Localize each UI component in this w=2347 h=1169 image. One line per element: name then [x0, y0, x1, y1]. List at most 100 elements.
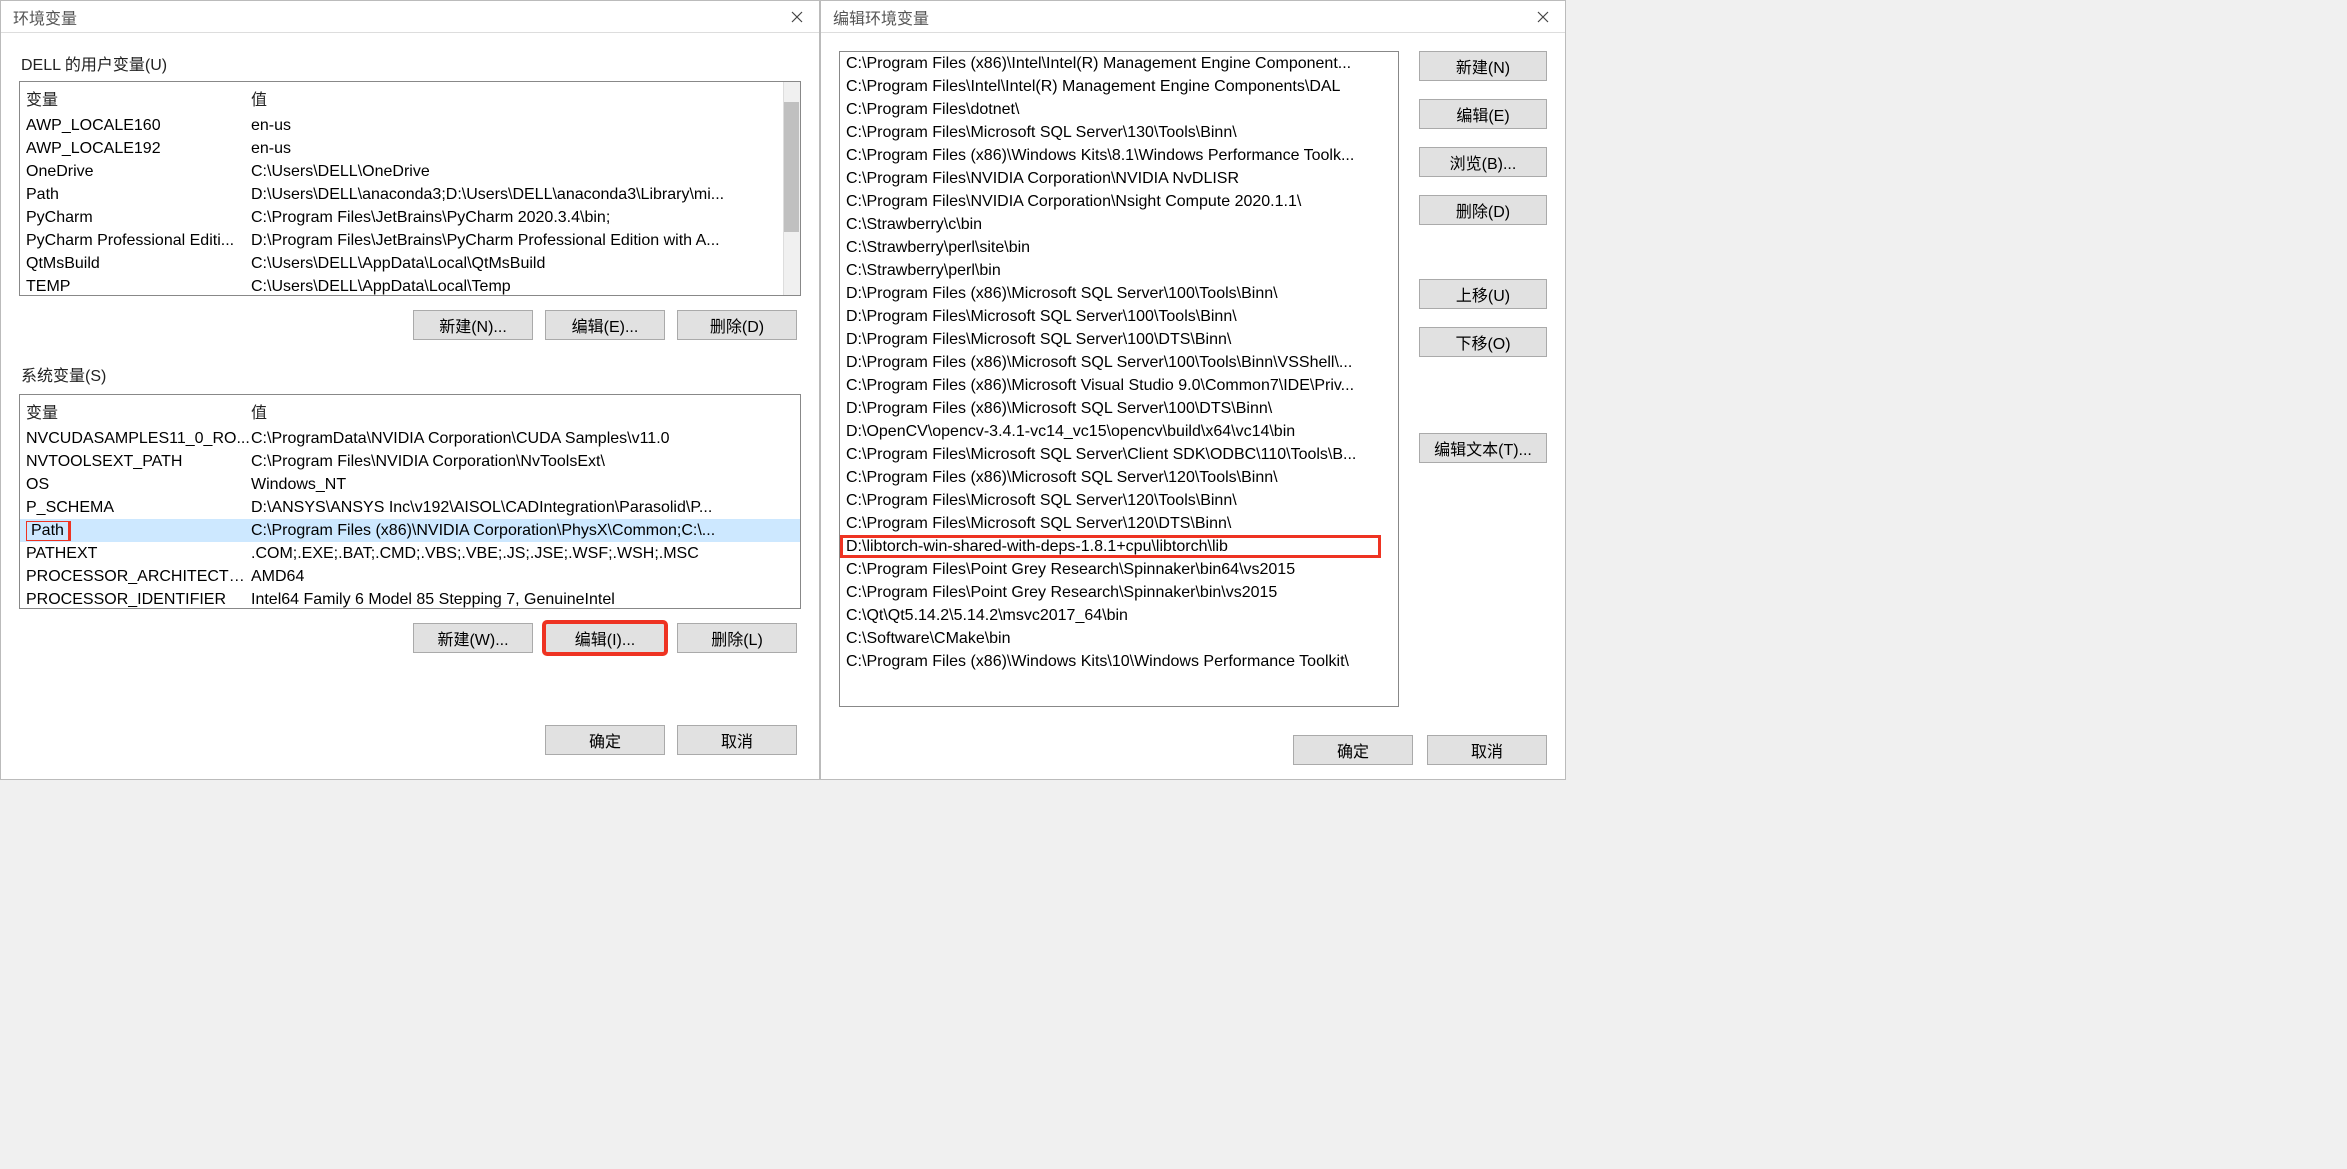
var-name: AWP_LOCALE160	[26, 117, 251, 135]
list-item[interactable]: D:\Program Files\Microsoft SQL Server\10…	[840, 305, 1381, 328]
list-item[interactable]: C:\Program Files\Point Grey Research\Spi…	[840, 581, 1381, 604]
list-item[interactable]: C:\Program Files\Microsoft SQL Server\12…	[840, 489, 1381, 512]
table-row[interactable]: PROCESSOR_IDENTIFIERIntel64 Family 6 Mod…	[20, 588, 800, 609]
close-icon[interactable]	[1527, 5, 1559, 29]
delete-button[interactable]: 删除(D)	[1419, 195, 1547, 225]
sys-new-button[interactable]: 新建(W)...	[413, 623, 533, 653]
table-row[interactable]: NVCUDASAMPLES11_0_RO...C:\ProgramData\NV…	[20, 427, 800, 450]
var-value: C:\Program Files\JetBrains\PyCharm 2020.…	[251, 209, 794, 227]
list-item[interactable]: C:\Software\CMake\bin	[840, 627, 1381, 650]
table-row[interactable]: PathC:\Program Files (x86)\NVIDIA Corpor…	[20, 519, 800, 542]
var-name: TEMP	[26, 278, 251, 296]
var-name: Path	[26, 521, 251, 541]
user-edit-button[interactable]: 编辑(E)...	[545, 310, 665, 340]
var-name: NVCUDASAMPLES11_0_RO...	[26, 430, 251, 448]
ok-button[interactable]: 确定	[1293, 735, 1413, 765]
sys-delete-button[interactable]: 删除(L)	[677, 623, 797, 653]
list-item[interactable]: C:\Program Files\NVIDIA Corporation\Nsig…	[840, 190, 1381, 213]
var-value: C:\Program Files (x86)\NVIDIA Corporatio…	[251, 522, 794, 540]
table-row[interactable]: PATHEXT.COM;.EXE;.BAT;.CMD;.VBS;.VBE;.JS…	[20, 542, 800, 565]
var-value: D:\Users\DELL\anaconda3;D:\Users\DELL\an…	[251, 186, 794, 204]
user-vars-listbox[interactable]: 变量 值 AWP_LOCALE160en-usAWP_LOCALE192en-u…	[19, 81, 801, 296]
list-item[interactable]: C:\Program Files\Point Grey Research\Spi…	[840, 558, 1381, 581]
list-item[interactable]: C:\Strawberry\perl\site\bin	[840, 236, 1381, 259]
cancel-button[interactable]: 取消	[677, 725, 797, 755]
var-value: D:\ANSYS\ANSYS Inc\v192\AISOL\CADIntegra…	[251, 499, 794, 517]
move-down-button[interactable]: 下移(O)	[1419, 327, 1547, 357]
cancel-button[interactable]: 取消	[1427, 735, 1547, 765]
var-name: Path	[26, 186, 251, 204]
table-row[interactable]: PyCharm Professional Editi...D:\Program …	[20, 229, 800, 252]
col-value: 值	[251, 399, 267, 423]
move-up-button[interactable]: 上移(U)	[1419, 279, 1547, 309]
table-row[interactable]: PathD:\Users\DELL\anaconda3;D:\Users\DEL…	[20, 183, 800, 206]
user-delete-button[interactable]: 删除(D)	[677, 310, 797, 340]
var-name: NVTOOLSEXT_PATH	[26, 453, 251, 471]
var-name: P_SCHEMA	[26, 499, 251, 517]
edit-button[interactable]: 编辑(E)	[1419, 99, 1547, 129]
window-title: 环境变量	[13, 5, 77, 29]
table-row[interactable]: OneDriveC:\Users\DELL\OneDrive	[20, 160, 800, 183]
list-item[interactable]: D:\libtorch-win-shared-with-deps-1.8.1+c…	[840, 535, 1381, 558]
var-value: .COM;.EXE;.BAT;.CMD;.VBS;.VBE;.JS;.JSE;.…	[251, 545, 794, 563]
close-icon[interactable]	[781, 5, 813, 29]
column-header: 变量 值	[20, 82, 800, 114]
list-item[interactable]: C:\Program Files (x86)\Microsoft Visual …	[840, 374, 1381, 397]
table-row[interactable]: P_SCHEMAD:\ANSYS\ANSYS Inc\v192\AISOL\CA…	[20, 496, 800, 519]
browse-button[interactable]: 浏览(B)...	[1419, 147, 1547, 177]
list-item[interactable]: C:\Program Files (x86)\Windows Kits\10\W…	[840, 650, 1381, 673]
table-row[interactable]: AWP_LOCALE160en-us	[20, 114, 800, 137]
list-item[interactable]: C:\Program Files\NVIDIA Corporation\NVID…	[840, 167, 1381, 190]
user-new-button[interactable]: 新建(N)...	[413, 310, 533, 340]
sys-vars-listbox[interactable]: 变量 值 NVCUDASAMPLES11_0_RO...C:\ProgramDa…	[19, 394, 801, 609]
var-name: OS	[26, 476, 251, 494]
var-name: OneDrive	[26, 163, 251, 181]
list-item[interactable]: C:\Program Files (x86)\Microsoft SQL Ser…	[840, 466, 1381, 489]
edit-text-button[interactable]: 编辑文本(T)...	[1419, 433, 1547, 463]
var-name: PATHEXT	[26, 545, 251, 563]
list-item[interactable]: D:\OpenCV\opencv-3.4.1-vc14_vc15\opencv\…	[840, 420, 1381, 443]
list-item[interactable]: C:\Program Files (x86)\Windows Kits\8.1\…	[840, 144, 1381, 167]
var-name: PyCharm Professional Editi...	[26, 232, 251, 250]
table-row[interactable]: NVTOOLSEXT_PATHC:\Program Files\NVIDIA C…	[20, 450, 800, 473]
table-row[interactable]: PROCESSOR_ARCHITECTU...AMD64	[20, 565, 800, 588]
col-variable: 变量	[26, 399, 251, 423]
var-value: AMD64	[251, 568, 794, 586]
list-item[interactable]: D:\Program Files (x86)\Microsoft SQL Ser…	[840, 282, 1381, 305]
list-item[interactable]: C:\Program Files (x86)\Intel\Intel(R) Ma…	[840, 52, 1381, 75]
scrollbar[interactable]	[783, 82, 800, 295]
path-values-listbox[interactable]: C:\Program Files (x86)\Intel\Intel(R) Ma…	[839, 51, 1399, 707]
column-header: 变量 值	[20, 395, 800, 427]
list-item[interactable]: C:\Strawberry\perl\bin	[840, 259, 1381, 282]
table-row[interactable]: QtMsBuildC:\Users\DELL\AppData\Local\QtM…	[20, 252, 800, 275]
var-value: C:\Program Files\NVIDIA Corporation\NvTo…	[251, 453, 794, 471]
sys-edit-button[interactable]: 编辑(I)...	[545, 623, 665, 653]
col-value: 值	[251, 86, 267, 110]
sys-vars-label: 系统变量(S)	[21, 362, 801, 386]
list-item[interactable]: C:\Program Files\dotnet\	[840, 98, 1381, 121]
var-value: C:\Users\DELL\OneDrive	[251, 163, 794, 181]
table-row[interactable]: TEMPC:\Users\DELL\AppData\Local\Temp	[20, 275, 800, 296]
ok-button[interactable]: 确定	[545, 725, 665, 755]
list-item[interactable]: C:\Program Files\Microsoft SQL Server\13…	[840, 121, 1381, 144]
var-value: en-us	[251, 140, 794, 158]
list-item[interactable]: C:\Program Files\Microsoft SQL Server\Cl…	[840, 443, 1381, 466]
table-row[interactable]: OSWindows_NT	[20, 473, 800, 496]
list-item[interactable]: C:\Program Files\Intel\Intel(R) Manageme…	[840, 75, 1381, 98]
var-name: PyCharm	[26, 209, 251, 227]
table-row[interactable]: PyCharmC:\Program Files\JetBrains\PyChar…	[20, 206, 800, 229]
var-value: C:\Users\DELL\AppData\Local\Temp	[251, 278, 794, 296]
list-item[interactable]: D:\Program Files (x86)\Microsoft SQL Ser…	[840, 351, 1381, 374]
list-item[interactable]: C:\Program Files\Microsoft SQL Server\12…	[840, 512, 1381, 535]
var-value: C:\Users\DELL\AppData\Local\QtMsBuild	[251, 255, 794, 273]
list-item[interactable]: D:\Program Files\Microsoft SQL Server\10…	[840, 328, 1381, 351]
var-name: QtMsBuild	[26, 255, 251, 273]
var-value: en-us	[251, 117, 794, 135]
titlebar: 环境变量	[1, 1, 819, 33]
new-button[interactable]: 新建(N)	[1419, 51, 1547, 81]
table-row[interactable]: AWP_LOCALE192en-us	[20, 137, 800, 160]
list-item[interactable]: C:\Strawberry\c\bin	[840, 213, 1381, 236]
list-item[interactable]: D:\Program Files (x86)\Microsoft SQL Ser…	[840, 397, 1381, 420]
col-variable: 变量	[26, 86, 251, 110]
list-item[interactable]: C:\Qt\Qt5.14.2\5.14.2\msvc2017_64\bin	[840, 604, 1381, 627]
